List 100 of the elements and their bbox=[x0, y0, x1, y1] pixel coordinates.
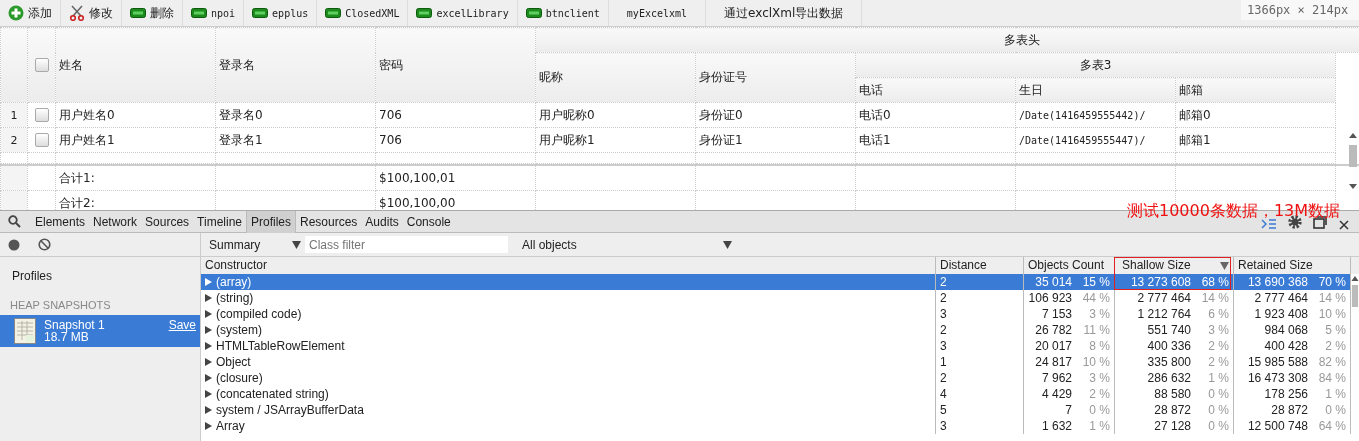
table-cell: 电话0 bbox=[859, 107, 891, 122]
shallow-size-value: 13 273 608 bbox=[1130, 274, 1191, 290]
count-value: 1 632 bbox=[1041, 418, 1072, 434]
distance-value: 3 bbox=[940, 306, 947, 322]
heap-row[interactable]: (closure) 2 7 962 3 % 286 632 1 % 16 473 308 84 % bbox=[201, 370, 1351, 386]
snapshot-item[interactable]: Snapshot 1 18.7 MB Save bbox=[0, 315, 200, 347]
view-dropdown[interactable]: Summary bbox=[201, 237, 305, 252]
count-value: 26 782 bbox=[1035, 322, 1072, 338]
column-header: 邮箱 bbox=[1179, 82, 1203, 97]
table-cell: 登录名0 bbox=[219, 107, 263, 122]
column-header: 昵称 bbox=[539, 70, 563, 84]
clear-icon[interactable] bbox=[38, 238, 51, 251]
retained-size-value: 15 985 588 bbox=[1247, 354, 1308, 370]
devtools-tab[interactable]: Profiles bbox=[246, 210, 296, 233]
heap-row[interactable]: (array) 2 35 014 15 % 13 273 608 68 % 13 690 368 70 % bbox=[201, 274, 1351, 290]
bar-icon bbox=[130, 8, 146, 18]
snapshot-size: 18.7 MB bbox=[44, 331, 89, 343]
devtools-tab[interactable]: Network bbox=[89, 210, 142, 233]
retained-size-value: 12 500 748 bbox=[1247, 418, 1308, 434]
search-icon[interactable] bbox=[8, 215, 21, 228]
devtools-tab[interactable]: Elements bbox=[31, 210, 90, 233]
percent-value: 5 % bbox=[1324, 322, 1346, 338]
scrollbar bbox=[1351, 275, 1359, 307]
distance-value: 3 bbox=[940, 338, 947, 354]
table-cell: 电话1 bbox=[859, 132, 891, 147]
count-value: 4 429 bbox=[1041, 386, 1072, 402]
constructor-name: (string) bbox=[216, 290, 254, 306]
constructor-name: Object bbox=[216, 354, 251, 370]
record-icon[interactable] bbox=[8, 238, 20, 251]
count-value: 20 017 bbox=[1035, 338, 1072, 354]
devtools-tab[interactable]: Resources bbox=[296, 210, 362, 233]
retained-size-value: 28 872 bbox=[1271, 402, 1308, 418]
constructor-name: (concatenated string) bbox=[216, 386, 329, 402]
footer-value: $100,100,01 bbox=[379, 171, 456, 185]
percent-value: 2 % bbox=[1207, 354, 1229, 370]
column-header: 登录名 bbox=[219, 57, 255, 72]
group-header: 多表头 bbox=[1003, 32, 1040, 47]
close-icon[interactable] bbox=[1339, 220, 1349, 230]
percent-value: 1 % bbox=[1324, 386, 1346, 402]
retained-size-value: 2 777 464 bbox=[1254, 290, 1308, 306]
spreadsheet-icon bbox=[14, 318, 36, 344]
percent-value: 11 % bbox=[1082, 322, 1110, 338]
heap-row[interactable]: (compiled code) 3 7 153 3 % 1 212 764 6 % 1 923 408 10 % bbox=[201, 306, 1351, 322]
bar-icon bbox=[525, 8, 542, 18]
console-drawer-icon[interactable] bbox=[1261, 218, 1277, 230]
class-filter-field[interactable]: Class filter bbox=[305, 236, 508, 253]
row-number: 2 bbox=[10, 133, 18, 147]
distance-value: 2 bbox=[940, 274, 947, 290]
devtools-tab[interactable]: Audits bbox=[361, 210, 403, 233]
column-header: 姓名 bbox=[59, 57, 83, 72]
retained-size-value: 13 690 368 bbox=[1247, 274, 1308, 290]
heap-row[interactable]: (concatenated string) 4 4 429 2 % 88 580 0 % 178 256 1 % bbox=[201, 386, 1351, 402]
save-link[interactable]: Save bbox=[168, 318, 196, 332]
shallow-size-value: 335 800 bbox=[1147, 354, 1191, 370]
percent-value: 1 % bbox=[1207, 370, 1229, 386]
constructor-name: (array) bbox=[216, 274, 252, 290]
objects-dropdown[interactable]: All objects bbox=[514, 237, 736, 252]
devtools-tab[interactable]: Sources bbox=[141, 210, 194, 233]
shallow-size-value: 2 777 464 bbox=[1137, 290, 1191, 306]
heap-row[interactable]: Object 1 24 817 10 % 335 800 2 % 15 985 588 82 % bbox=[201, 354, 1351, 370]
percent-value: 0 % bbox=[1324, 402, 1346, 418]
settings-icon[interactable] bbox=[1287, 214, 1303, 230]
table-cell: 身份证1 bbox=[699, 132, 743, 147]
count-value: 24 817 bbox=[1035, 354, 1072, 370]
retained-size-value: 400 428 bbox=[1264, 338, 1308, 354]
percent-value: 10 % bbox=[1081, 354, 1110, 370]
percent-value: 0 % bbox=[1207, 386, 1229, 402]
percent-value: 15 % bbox=[1081, 274, 1110, 290]
retained-size-value: 16 473 308 bbox=[1247, 370, 1308, 386]
count-value: 7 bbox=[1065, 402, 1072, 418]
bar-icon bbox=[191, 8, 207, 18]
percent-value: 2 % bbox=[1207, 338, 1229, 354]
profiles-title: Profiles bbox=[11, 268, 53, 285]
devtools-tab[interactable]: Timeline bbox=[193, 210, 246, 233]
sort-icon bbox=[1220, 261, 1229, 270]
heap-row[interactable]: system / JSArrayBufferData 5 7 0 % 28 872 0 % 28 872 0 % bbox=[201, 402, 1351, 418]
table-cell: 706 bbox=[379, 108, 402, 122]
retained-size-value: 984 068 bbox=[1264, 322, 1308, 338]
devtools-tab[interactable]: Console bbox=[402, 210, 455, 233]
percent-value: 82 % bbox=[1317, 354, 1346, 370]
heap-row[interactable]: (string) 2 106 923 44 % 2 777 464 14 % 2 777 464 14 % bbox=[201, 290, 1351, 306]
column-header: 生日 bbox=[1019, 82, 1043, 97]
heap-row[interactable]: HTMLTableRowElement 3 20 017 8 % 400 336 2 % 400 428 2 % bbox=[201, 338, 1351, 354]
section-header: HEAP SNAPSHOTS bbox=[9, 298, 112, 313]
checkbox[interactable] bbox=[35, 108, 49, 123]
percent-value: 14 % bbox=[1317, 290, 1346, 306]
checkbox[interactable] bbox=[35, 58, 49, 73]
snapshot-name: Snapshot 1 bbox=[44, 319, 106, 331]
constructor-name: (compiled code) bbox=[216, 306, 302, 322]
heap-row[interactable]: Array 3 1 632 1 % 27 128 0 % 12 500 748 64 % bbox=[201, 418, 1351, 434]
table-cell: 身份证0 bbox=[699, 107, 743, 122]
percent-value: 84 % bbox=[1317, 370, 1346, 386]
percent-value: 2 % bbox=[1088, 386, 1110, 402]
percent-value: 3 % bbox=[1207, 322, 1229, 338]
checkbox[interactable] bbox=[35, 133, 49, 148]
heap-row[interactable]: (system) 2 26 782 11 % 551 740 3 % 984 068 5 % bbox=[201, 322, 1351, 338]
shallow-size-value: 28 872 bbox=[1154, 402, 1191, 418]
percent-value: 0 % bbox=[1207, 418, 1229, 434]
distance-value: 3 bbox=[940, 418, 947, 434]
distance-value: 4 bbox=[940, 386, 947, 402]
